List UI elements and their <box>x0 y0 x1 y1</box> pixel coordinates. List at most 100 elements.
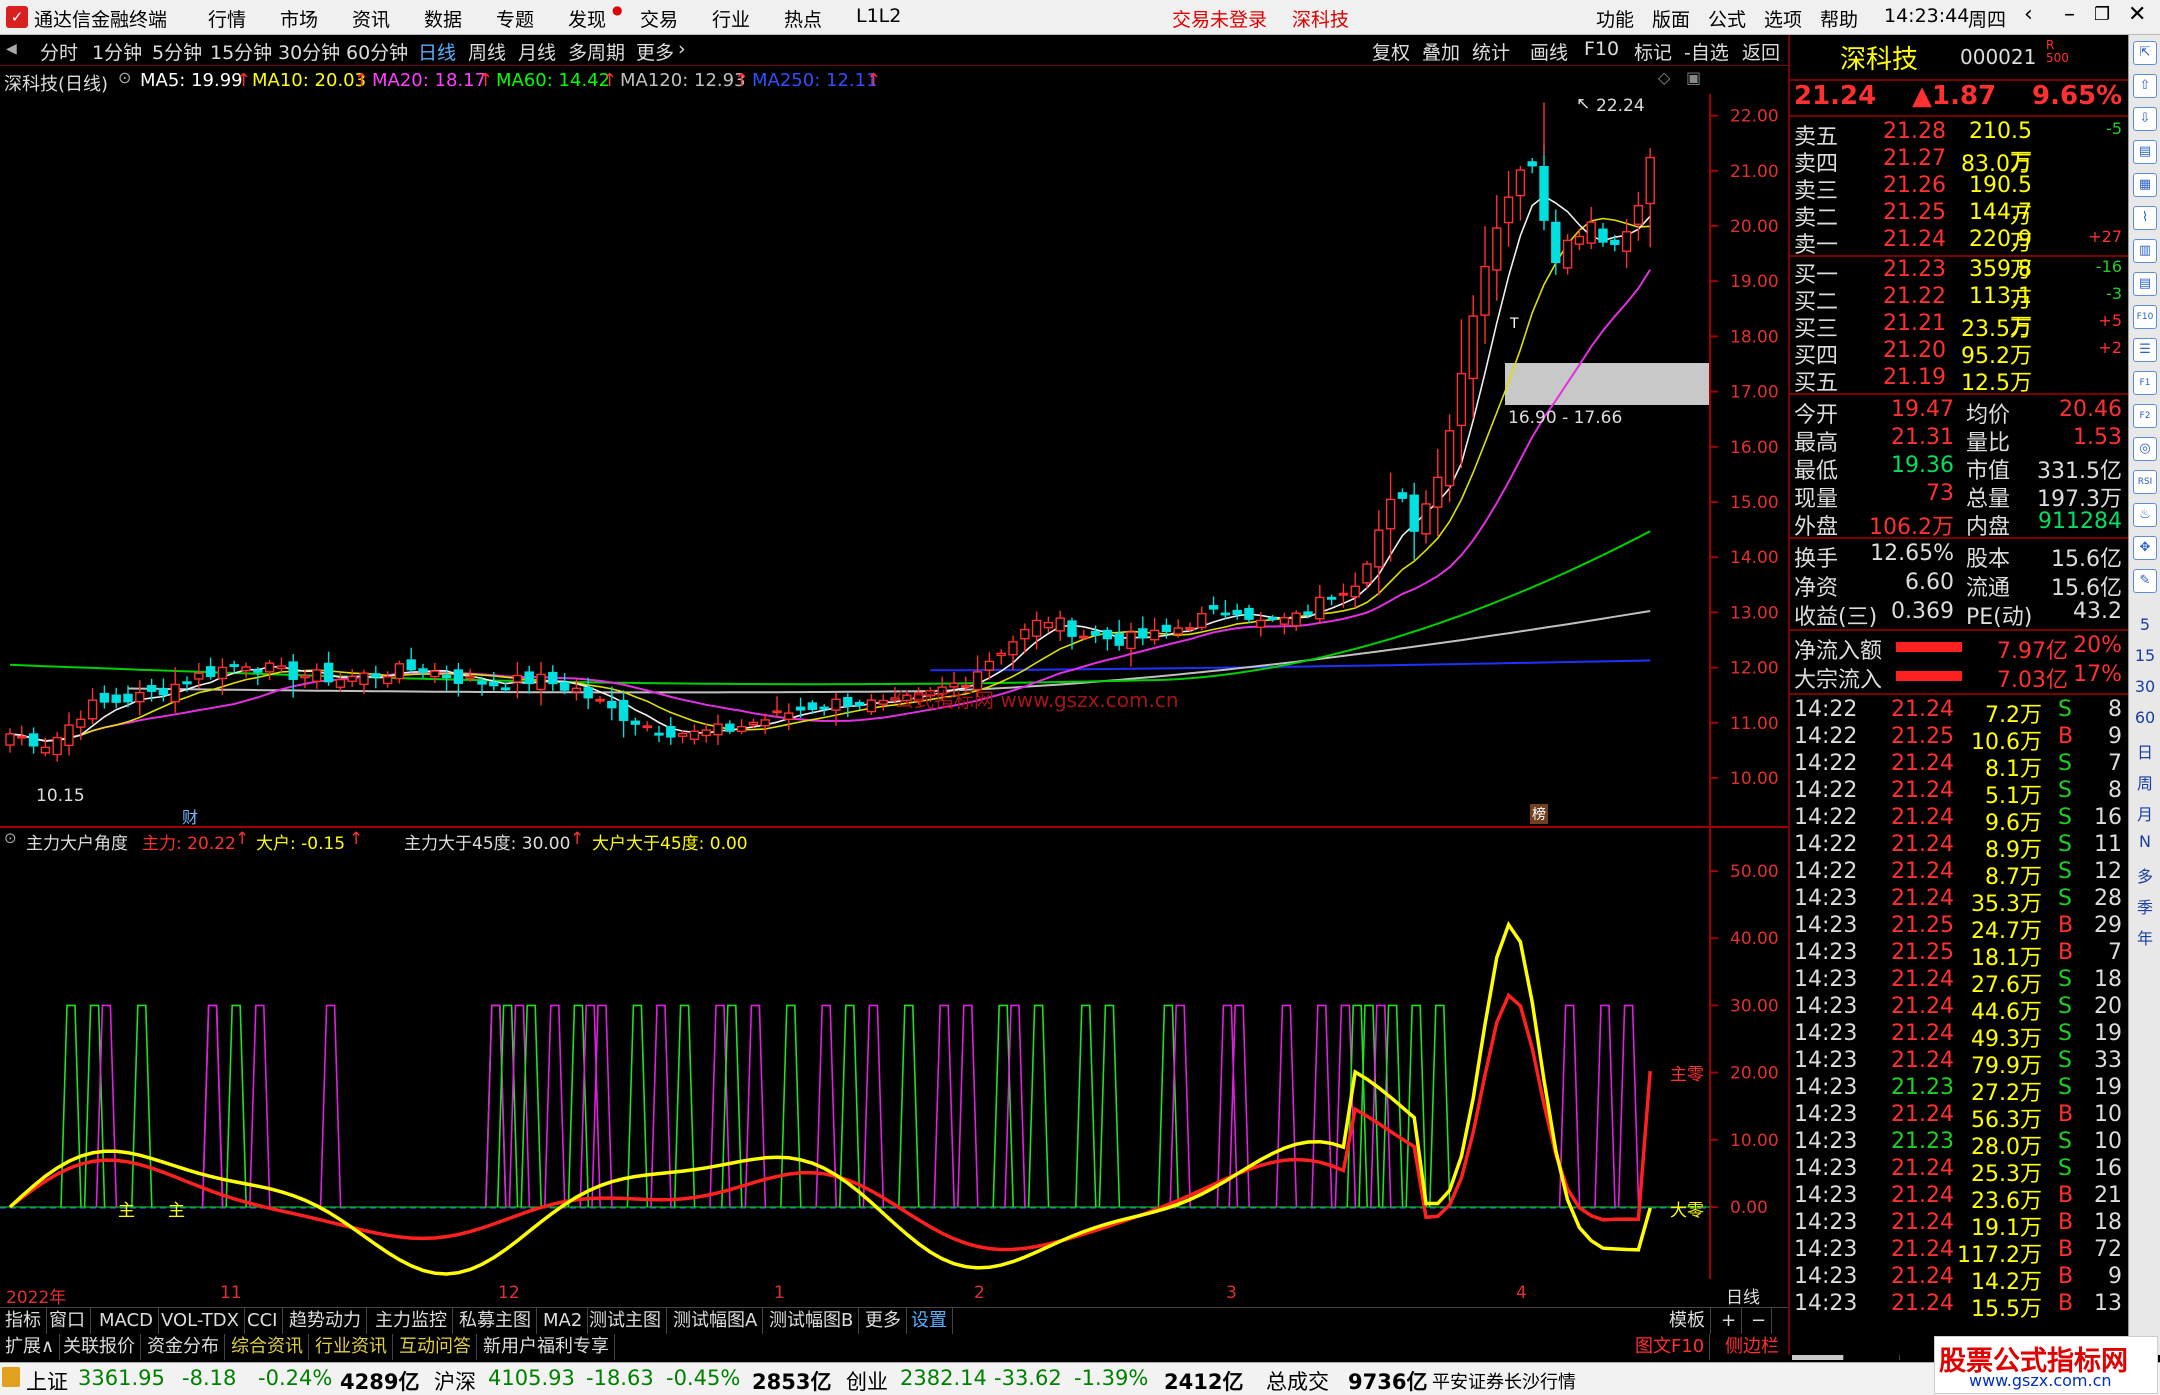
stat-row[interactable]: 换手 12.65% 股本 15.6亿 <box>1794 541 2124 572</box>
diamond-icon[interactable]: ◇ <box>1658 68 1670 87</box>
f2-icon[interactable]: F2 <box>2133 404 2157 428</box>
tab-vol-tdx[interactable]: VOL-TDX <box>156 1308 245 1334</box>
stat-row[interactable]: 今开 19.47 均价 20.46 <box>1794 397 2124 428</box>
tab-monitor[interactable]: 主力监控 <box>370 1308 453 1334</box>
menu-item-hot[interactable]: 热点 <box>784 5 822 32</box>
tab-trend[interactable]: 趋势动力 <box>284 1308 367 1334</box>
tool-draw[interactable]: 画线 <box>1530 38 1568 65</box>
menu-item-news[interactable]: 资讯 <box>352 5 390 32</box>
sidebar-period-3[interactable]: 60 <box>2129 708 2160 727</box>
stock-link[interactable]: 深科技 <box>1292 5 1349 32</box>
bid-row[interactable]: 买一 21.23 359.8万 -16 <box>1794 257 2124 313</box>
sidebar-period-8[interactable]: 多 <box>2129 863 2160 887</box>
tab-macd[interactable]: MACD <box>94 1308 159 1334</box>
period-15min[interactable]: 15分钟 <box>210 38 272 65</box>
trade-login-status[interactable]: 交易未登录 <box>1172 5 1267 32</box>
tab-indicator[interactable]: 指标 <box>0 1308 47 1334</box>
stat-row[interactable]: 收益(三) 0.369 PE(动) 43.2 <box>1794 599 2124 630</box>
candle-icon[interactable]: ▥ <box>2133 239 2157 263</box>
pin-icon[interactable]: ⇱ <box>2133 41 2157 65</box>
add-tab-icon[interactable]: + <box>1716 1308 1743 1334</box>
tab-cci[interactable]: CCI <box>242 1308 284 1334</box>
ext-tab-qa[interactable]: 互动问答 <box>394 1334 477 1360</box>
minimize-icon[interactable]: – <box>2064 2 2075 27</box>
dropdown-icon[interactable]: ⊙ <box>118 68 131 87</box>
period-monthly[interactable]: 月线 <box>518 38 556 65</box>
bid-row[interactable]: 买五 21.19 12.5万 <box>1794 365 2124 396</box>
tick-row[interactable]: 14:22 21.24 8.1万 S 7 <box>1794 751 2124 782</box>
tick-row[interactable]: 14:23 21.24 19.1万 B 18 <box>1794 1210 2124 1241</box>
period-multi[interactable]: 多周期 <box>568 38 625 65</box>
menu-item-formula[interactable]: 公式 <box>1708 5 1746 32</box>
menu-item-help[interactable]: 帮助 <box>1820 5 1858 32</box>
doc-icon[interactable]: ☰ <box>2133 338 2157 362</box>
period-weekly[interactable]: 周线 <box>468 38 506 65</box>
stat-row[interactable]: 最低 19.36 市值 331.5亿 <box>1794 453 2124 484</box>
rsi-icon[interactable]: RSI <box>2133 470 2157 494</box>
tick-row[interactable]: 14:23 21.23 27.2万 S 19 <box>1794 1075 2124 1106</box>
tick-row[interactable]: 14:23 21.24 44.6万 S 20 <box>1794 994 2124 1025</box>
sidebar-period-7[interactable]: N <box>2129 832 2160 851</box>
tool-fuquan[interactable]: 复权 <box>1372 38 1410 65</box>
menu-item-topic[interactable]: 专题 <box>496 5 534 32</box>
grid-icon[interactable]: ▦ <box>2133 173 2157 197</box>
menu-item-industry[interactable]: 行业 <box>712 5 750 32</box>
bang-marker[interactable]: 榜 <box>1530 804 1548 824</box>
remove-tab-icon[interactable]: − <box>1746 1308 1773 1334</box>
bid-row[interactable]: 买三 21.21 23.5万 +5 <box>1794 311 2124 342</box>
window-icon[interactable]: ▣ <box>1686 68 1701 87</box>
stat-row[interactable]: 净资 6.60 流通 15.6亿 <box>1794 570 2124 601</box>
tick-row[interactable]: 14:23 21.24 15.5万 B 13 <box>1794 1291 2124 1322</box>
tick-row[interactable]: 14:22 21.25 10.6万 B 9 <box>1794 724 2124 755</box>
stat-row[interactable]: 现量 73 总量 197.3万 <box>1794 481 2124 512</box>
tab-window[interactable]: 窗口 <box>44 1308 91 1334</box>
tick-row[interactable]: 14:23 21.24 25.3万 S 16 <box>1794 1156 2124 1187</box>
period-30min[interactable]: 30分钟 <box>278 38 340 65</box>
collapse-icon[interactable]: ◀ <box>6 41 17 57</box>
sidebar-period-4[interactable]: 日 <box>2129 739 2160 763</box>
ask-row[interactable]: 卖三 21.26 190.5万 <box>1794 173 2124 229</box>
tool-mark[interactable]: 标记 <box>1634 38 1672 65</box>
menu-item-function[interactable]: 功能 <box>1596 5 1634 32</box>
f10-icon[interactable]: F10 <box>2133 305 2157 329</box>
tick-row[interactable]: 14:23 21.24 35.3万 S 28 <box>1794 886 2124 917</box>
tool-stats[interactable]: 统计 <box>1472 38 1510 65</box>
tick-row[interactable]: 14:23 21.24 14.2万 B 9 <box>1794 1264 2124 1295</box>
tool-remove-watch[interactable]: -自选 <box>1684 38 1729 65</box>
back-icon[interactable]: ‹ <box>2024 2 2033 27</box>
stat-row[interactable]: 最高 21.31 量比 1.53 <box>1794 425 2124 456</box>
menu-item-layout[interactable]: 版面 <box>1652 5 1690 32</box>
tick-row[interactable]: 14:23 21.23 28.0万 S 10 <box>1794 1129 2124 1160</box>
down-icon[interactable]: ⇩ <box>2133 107 2157 131</box>
bid-row[interactable]: 买四 21.20 95.2万 +2 <box>1794 338 2124 369</box>
period-5min[interactable]: 5分钟 <box>152 38 202 65</box>
template-button[interactable]: 模板 <box>1664 1308 1711 1334</box>
ext-tab-fund[interactable]: 资金分布 <box>142 1334 225 1360</box>
stat-row[interactable]: 外盘 106.2万 内盘 911284 <box>1794 509 2124 540</box>
period-1min[interactable]: 1分钟 <box>92 38 142 65</box>
index-name-sh[interactable]: 上证 <box>26 1366 68 1395</box>
tab-settings[interactable]: 设置 <box>906 1308 953 1334</box>
ext-tab-industry[interactable]: 行业资讯 <box>310 1334 393 1360</box>
index-name-cy[interactable]: 创业 <box>846 1366 888 1395</box>
tick-row[interactable]: 14:23 21.24 56.3万 B 10 <box>1794 1102 2124 1133</box>
ext-tab-expand[interactable]: 扩展∧ <box>0 1334 61 1360</box>
tick-row[interactable]: 14:22 21.24 8.7万 S 12 <box>1794 859 2124 890</box>
tick-row[interactable]: 14:22 21.24 9.6万 S 16 <box>1794 805 2124 836</box>
tab-test-a[interactable]: 测试幅图A <box>668 1308 764 1334</box>
tool-back[interactable]: 返回 <box>1742 38 1780 65</box>
tab-test-b[interactable]: 测试幅图B <box>764 1308 860 1334</box>
sidebar-period-0[interactable]: 5 <box>2129 615 2160 634</box>
sidebar-period-9[interactable]: 季 <box>2129 894 2160 918</box>
index-name-hs[interactable]: 沪深 <box>434 1366 476 1395</box>
sidebar-period-5[interactable]: 周 <box>2129 770 2160 794</box>
menu-item-discover[interactable]: 发现 <box>568 5 606 32</box>
move-icon[interactable]: ✥ <box>2133 536 2157 560</box>
tick-row[interactable]: 14:22 21.24 8.9万 S 11 <box>1794 832 2124 863</box>
sidebar-period-10[interactable]: 年 <box>2129 925 2160 949</box>
restore-icon[interactable]: ❐ <box>2094 4 2110 25</box>
tick-row[interactable]: 14:23 21.24 27.6万 S 18 <box>1794 967 2124 998</box>
ask-row[interactable]: 卖一 21.24 220.9万 +27 <box>1794 227 2124 283</box>
tab-ma2[interactable]: MA2 <box>538 1308 589 1334</box>
tool-overlay[interactable]: 叠加 <box>1422 38 1460 65</box>
